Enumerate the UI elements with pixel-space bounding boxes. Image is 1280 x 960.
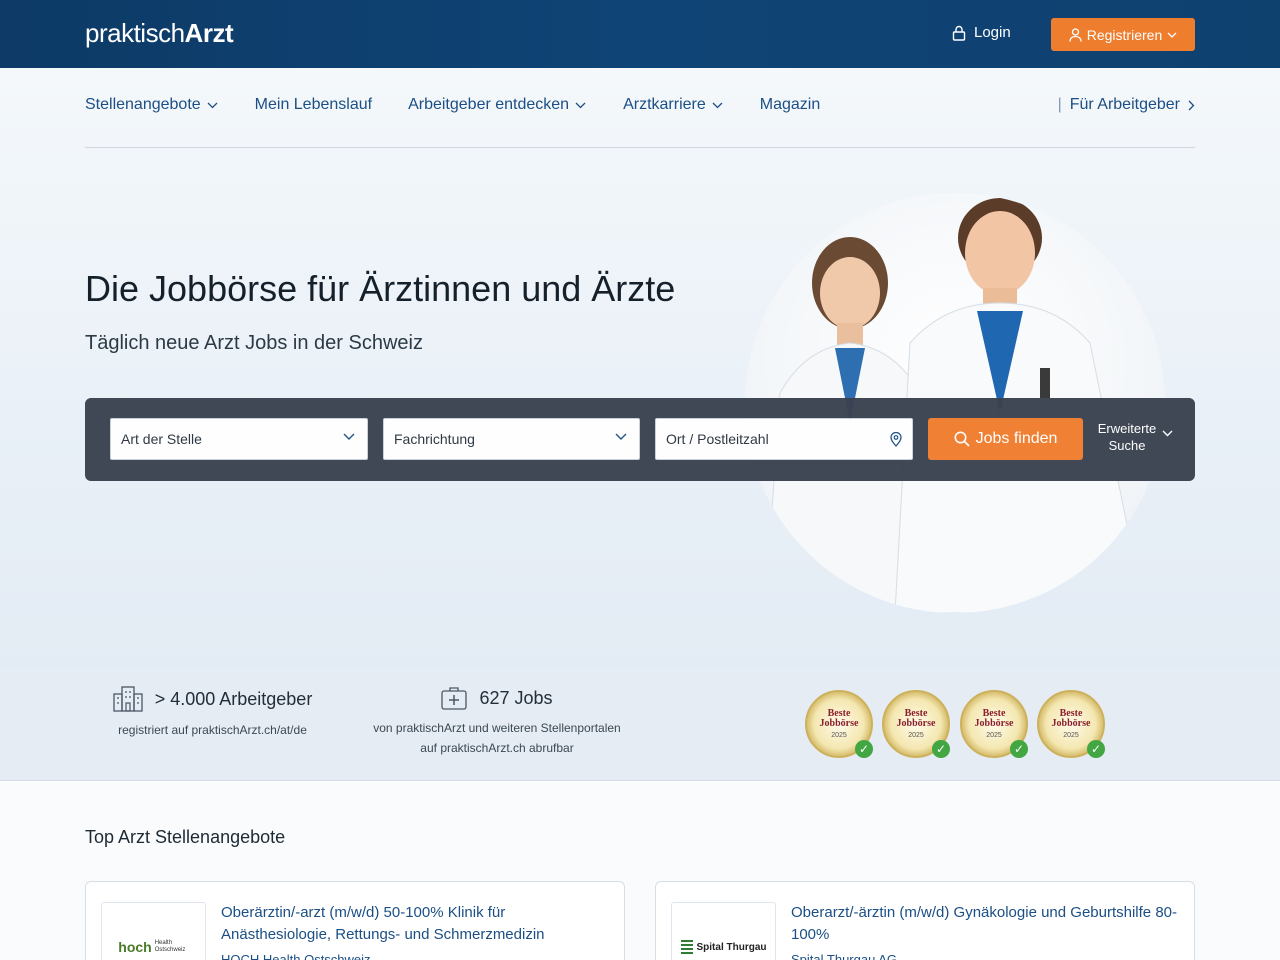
logo[interactable]: praktischArzt [85,18,234,49]
main-nav: Stellenangebote Mein Lebenslauf Arbeitge… [85,96,820,114]
specialty-select[interactable]: Fachrichtung [383,418,640,460]
medical-case-icon [441,687,468,710]
job-card[interactable]: Spital Thurgau Oberarzt/-ärztin (m/w/d) … [655,881,1195,960]
section-title: Top Arzt Stellenangebote [85,827,286,847]
check-icon: ✓ [1087,740,1105,758]
lock-icon [952,25,966,41]
chevron-down-icon [712,102,723,108]
nav-divider [85,147,1195,148]
job-title-link[interactable]: Oberärztin/-arzt (m/w/d) 50-100% Klinik … [221,902,611,946]
chevron-right-icon [1188,100,1195,110]
nav-item-magazin[interactable]: Magazin [760,96,820,114]
search-icon [954,431,970,447]
advanced-search-toggle[interactable]: Erweiterte Suche [1093,420,1193,454]
company-name[interactable]: HOCH Health Ostschweiz [221,952,371,960]
nav-item-lebenslauf[interactable]: Mein Lebenslauf [255,96,372,114]
bars-icon [680,940,693,954]
check-icon: ✓ [855,740,873,758]
separator: | [1057,96,1062,113]
job-title-link[interactable]: Oberarzt/-ärztin (m/w/d) Gynäkologie und… [791,902,1181,946]
chevron-down-icon [615,433,627,440]
check-icon: ✓ [1010,740,1028,758]
top-bar: praktischArzt Login Registrieren [0,0,1280,68]
employers-stat: > 4.000 Arbeitgeber registriert auf prak… [100,686,325,740]
register-button[interactable]: Registrieren [1051,18,1195,51]
search-bar: Art der Stelle Fachrichtung Ort / Postle… [85,398,1195,481]
employer-link[interactable]: | Für Arbeitgeber [1058,96,1195,114]
user-icon [1069,27,1082,42]
chevron-down-icon [1162,430,1173,437]
hero-subline: Täglich neue Arzt Jobs in der Schweiz [85,332,423,354]
nav-item-stellenangebote[interactable]: Stellenangebote [85,96,218,114]
building-icon [113,686,143,712]
check-icon: ✓ [932,740,950,758]
company-name[interactable]: Spital Thurgau AG [791,952,897,960]
map-pin-icon [890,432,902,447]
company-logo: Spital Thurgau [671,902,776,960]
hero-section: Stellenangebote Mein Lebenslauf Arbeitge… [0,68,1280,668]
chevron-down-icon [1167,32,1177,38]
hero-headline: Die Jobbörse für Ärztinnen und Ärzte [85,268,676,309]
nav-item-arztkarriere[interactable]: Arztkarriere [623,96,723,114]
company-logo: hoch Health Ostschweiz [101,902,206,960]
nav-item-arbeitgeber[interactable]: Arbeitgeber entdecken [408,96,586,114]
stats-band: > 4.000 Arbeitgeber registriert auf prak… [0,668,1280,781]
award-badge: Beste Jobbörse 2025 ✓ [960,690,1028,758]
job-card[interactable]: hoch Health Ostschweiz Oberärztin/-arzt … [85,881,625,960]
location-input[interactable]: Ort / Postleitzahl [655,418,913,460]
login-link[interactable]: Login [952,24,1011,41]
award-badge: Beste Jobbörse 2025 ✓ [805,690,873,758]
award-badge: Beste Jobbörse 2025 ✓ [1037,690,1105,758]
chevron-down-icon [343,433,355,440]
find-jobs-button[interactable]: Jobs finden [928,418,1083,460]
jobs-stat: 627 Jobs von praktischArzt und weiteren … [373,687,621,755]
chevron-down-icon [207,102,218,108]
job-type-select[interactable]: Art der Stelle [110,418,368,460]
chevron-down-icon [575,102,586,108]
award-badge: Beste Jobbörse 2025 ✓ [882,690,950,758]
top-listings-section: Top Arzt Stellenangebote hoch Health Ost… [0,782,1280,960]
